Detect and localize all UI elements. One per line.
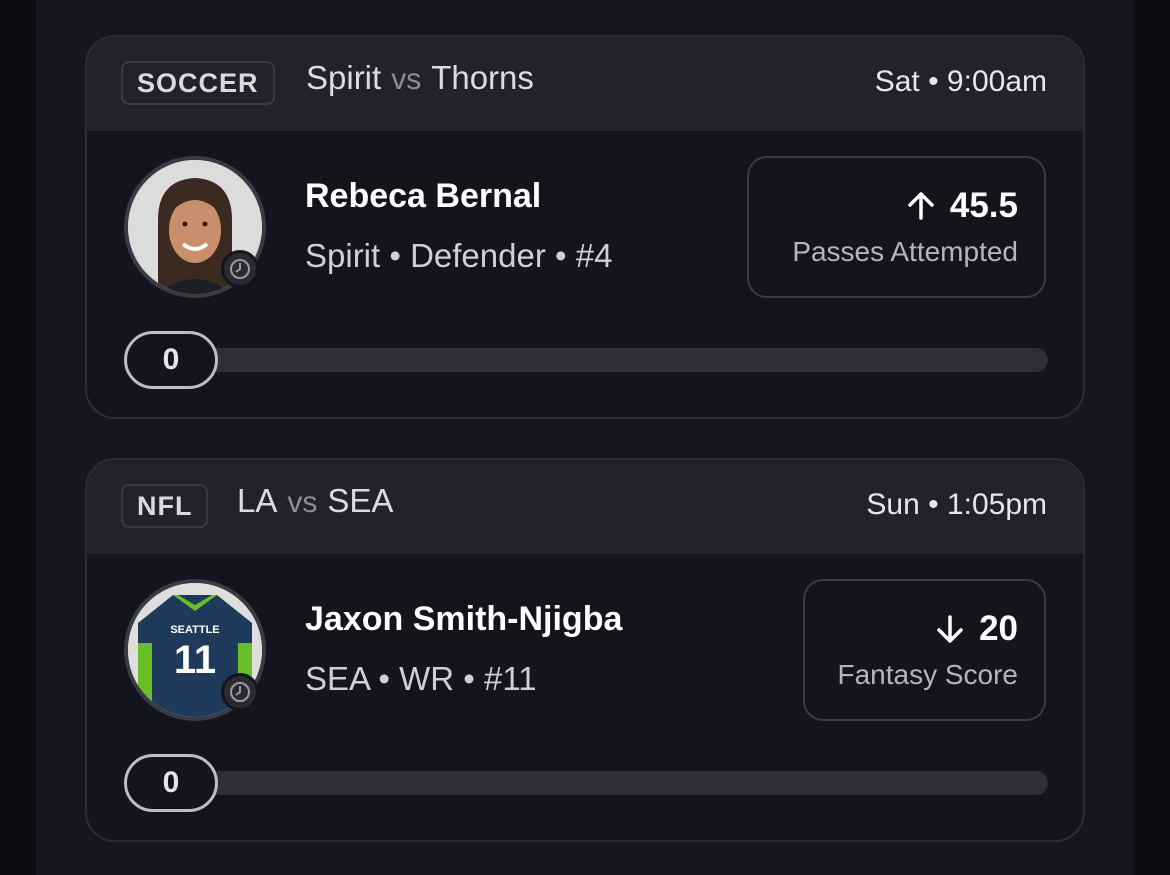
progress-value: 0 [124, 754, 218, 812]
player-name: Rebeca Bernal [305, 177, 542, 215]
pick-card[interactable]: NFL LA vs SEA Sun • 1:05pm SEATTLE 11 Ja… [85, 458, 1085, 842]
clock-icon [221, 673, 259, 711]
game-time: Sun • 1:05pm [866, 488, 1047, 521]
vs-label: vs [391, 63, 422, 96]
progress-track [167, 348, 1048, 372]
progress-value: 0 [124, 331, 218, 389]
league-badge: SOCCER [121, 61, 275, 105]
player-info: Spirit • Defender • #4 [305, 237, 613, 274]
arrow-up-icon [908, 192, 934, 220]
progress-track [167, 771, 1048, 795]
player-name: Jaxon Smith-Njigba [305, 600, 623, 638]
stat-value: 45.5 [906, 186, 1018, 226]
pick-card[interactable]: SOCCER Spirit vs Thorns Sat • 9:00am Reb… [85, 35, 1085, 419]
team-home: Spirit [306, 59, 382, 96]
stat-type: Fantasy Score [837, 659, 1018, 690]
jersey-text: SEATTLE [170, 624, 219, 636]
card-header: SOCCER Spirit vs Thorns Sat • 9:00am [87, 37, 1083, 131]
stat-value: 20 [935, 609, 1018, 649]
vs-label: vs [287, 486, 318, 519]
stat-line: 45.5 [949, 186, 1018, 225]
player-info: SEA • WR • #11 [305, 660, 537, 697]
team-away: SEA [327, 482, 394, 519]
team-away: Thorns [431, 59, 534, 96]
matchup: Spirit vs Thorns [306, 59, 534, 97]
stat-line: 20 [979, 609, 1018, 648]
stat-type: Passes Attempted [792, 236, 1018, 267]
matchup: LA vs SEA [237, 482, 393, 520]
clock-icon [221, 250, 259, 288]
stat-line-box[interactable]: 20 Fantasy Score [803, 579, 1046, 721]
jersey-number: 11 [174, 638, 216, 682]
card-header: NFL LA vs SEA Sun • 1:05pm [87, 460, 1083, 554]
team-home: LA [237, 482, 278, 519]
arrow-down-icon [937, 615, 963, 643]
stat-line-box[interactable]: 45.5 Passes Attempted [747, 156, 1046, 298]
league-badge: NFL [121, 484, 209, 528]
game-time: Sat • 9:00am [874, 65, 1047, 98]
